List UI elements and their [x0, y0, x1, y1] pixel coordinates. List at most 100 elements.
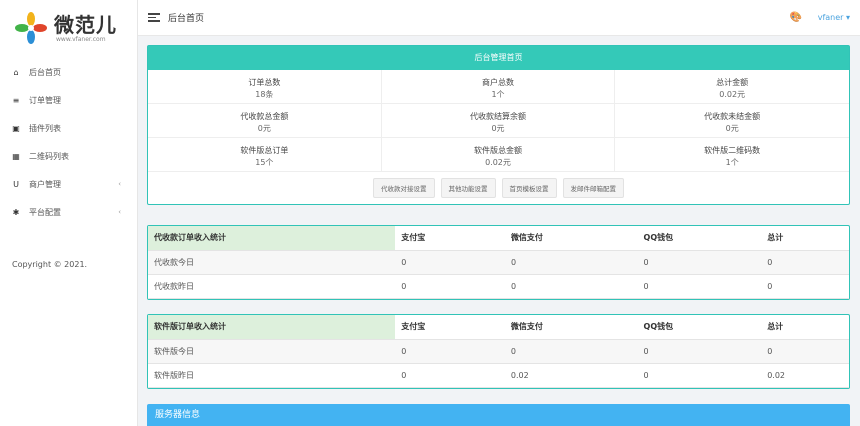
table-cell: 0.02 — [761, 363, 849, 388]
stat-label: 商户总数 — [481, 78, 514, 87]
stat-label: 代收款未结金额 — [704, 112, 761, 121]
home-icon: ⌂ — [13, 67, 19, 77]
table-cell: 0 — [504, 274, 638, 299]
stat-value: 0.02元 — [485, 158, 511, 167]
plugin-icon: ▣ — [12, 123, 20, 133]
table-header: 总计 — [761, 315, 849, 340]
table-cell: 软件版昨日 — [148, 363, 396, 388]
stat-value: 0元 — [725, 124, 739, 133]
sidebar-item-plugins[interactable]: ▣ 插件列表 — [0, 114, 137, 142]
logo[interactable]: 微范儿 www.vfaner.com — [0, 0, 137, 56]
software-income-panel: 软件版订单收入统计 支付宝 微信支付 QQ钱包 总计 软件版今日 0 0 0 0… — [147, 314, 850, 389]
stat-label: 代收款结算余额 — [469, 112, 526, 121]
table-cell: 0 — [395, 250, 505, 275]
sidebar-item-home[interactable]: ⌂ 后台首页 — [0, 58, 137, 86]
stat-cell: 软件版总金额 0.02元 — [381, 138, 616, 172]
stat-value: 0元 — [491, 124, 505, 133]
table-cell: 0 — [761, 339, 849, 364]
table-row: 代收款昨日 0 0 0 0 — [148, 274, 849, 299]
stat-value: 0元 — [257, 124, 271, 133]
sidebar-item-label: 后台首页 — [29, 67, 61, 77]
sidebar-item-label: 二维码列表 — [29, 151, 69, 161]
menu-toggle-icon[interactable] — [148, 13, 160, 22]
table-row: 软件版昨日 0 0.02 0 0.02 — [148, 363, 849, 388]
qrcode-icon: ▦ — [12, 151, 20, 161]
software-income-table: 软件版订单收入统计 支付宝 微信支付 QQ钱包 总计 软件版今日 0 0 0 0… — [148, 315, 849, 388]
sidebar-item-merchants[interactable]: U 商户管理 ‹ — [0, 170, 137, 198]
table-header: 微信支付 — [504, 315, 638, 340]
table-cell: 0 — [504, 250, 638, 275]
table-row: 代收款今日 0 0 0 0 — [148, 250, 849, 275]
logo-mark-icon — [15, 12, 47, 44]
magnet-icon: U — [13, 179, 19, 189]
stat-cell: 代收款未结金额 0元 — [615, 104, 849, 138]
stat-label: 软件版总金额 — [473, 146, 522, 155]
brand-subtitle: www.vfaner.com — [56, 35, 106, 43]
table-header: QQ钱包 — [637, 226, 762, 251]
sidebar: 微范儿 www.vfaner.com ⌂ 后台首页 ≡ 订单管理 ▣ 插件列表 … — [0, 0, 138, 426]
homepage-template-button[interactable]: 首页模板设置 — [501, 178, 557, 198]
gear-icon: ✱ — [12, 207, 20, 217]
table-header: QQ钱包 — [637, 315, 762, 340]
collection-settings-button[interactable]: 代收款对接设置 — [373, 178, 435, 198]
table-cell: 0 — [637, 339, 762, 364]
table-header: 支付宝 — [395, 315, 505, 340]
stat-label: 总计金额 — [716, 78, 749, 87]
table-header-row: 软件版订单收入统计 支付宝 微信支付 QQ钱包 总计 — [148, 315, 849, 340]
stat-label: 代收款总金额 — [240, 112, 289, 121]
stat-cell: 代收款结算余额 0元 — [381, 104, 616, 138]
collection-income-panel: 代收款订单收入统计 支付宝 微信支付 QQ钱包 总计 代收款今日 0 0 0 0… — [147, 225, 850, 300]
sidebar-item-label: 订单管理 — [29, 95, 61, 105]
table-cell: 代收款昨日 — [148, 274, 396, 299]
settings-button-row: 代收款对接设置 其他功能设置 首页模板设置 发邮件邮箱配置 — [148, 172, 849, 204]
sidebar-menu: ⌂ 后台首页 ≡ 订单管理 ▣ 插件列表 ▦ 二维码列表 U 商户管理 ‹ ✱ … — [0, 58, 137, 226]
table-header: 微信支付 — [504, 226, 638, 251]
stat-value: 1个 — [725, 158, 739, 167]
sidebar-item-platform-config[interactable]: ✱ 平台配置 ‹ — [0, 198, 137, 226]
table-header: 软件版订单收入统计 — [148, 315, 396, 340]
server-info-header: 服务器信息 — [147, 404, 850, 426]
table-cell: 0 — [637, 363, 762, 388]
table-cell: 0 — [637, 250, 762, 275]
user-menu[interactable]: vfaner ▾ — [818, 13, 850, 22]
chevron-left-icon: ‹ — [118, 180, 121, 188]
dashboard-panel: 后台管理首页 订单总数 18条 商户总数 1个 总计金额 0.02元 代收款总金额 0元… — [147, 45, 850, 205]
palette-icon[interactable]: 🎨 — [790, 12, 802, 23]
stat-cell: 软件版总订单 15个 — [148, 138, 382, 172]
table-cell: 代收款今日 — [148, 250, 396, 275]
sidebar-item-label: 插件列表 — [29, 123, 61, 133]
stat-label: 软件版总订单 — [240, 146, 289, 155]
panel-title: 后台管理首页 — [148, 46, 849, 70]
sidebar-item-orders[interactable]: ≡ 订单管理 — [0, 86, 137, 114]
stat-value: 15个 — [255, 158, 274, 167]
chevron-left-icon: ‹ — [118, 208, 121, 216]
table-cell: 0 — [761, 250, 849, 275]
table-cell: 0 — [395, 274, 505, 299]
table-header: 总计 — [761, 226, 849, 251]
stat-label: 订单总数 — [248, 78, 281, 87]
stat-cell: 代收款总金额 0元 — [148, 104, 382, 138]
table-cell: 软件版今日 — [148, 339, 396, 364]
stat-cell: 订单总数 18条 — [148, 70, 382, 104]
table-cell: 0 — [395, 339, 505, 364]
stat-value: 0.02元 — [719, 90, 746, 99]
stat-cell: 商户总数 1个 — [381, 70, 616, 104]
sidebar-item-qrcodes[interactable]: ▦ 二维码列表 — [0, 142, 137, 170]
brand-title: 微范儿 — [54, 12, 117, 37]
topbar: 后台首页 🎨 vfaner ▾ — [138, 0, 860, 36]
table-header-row: 代收款订单收入统计 支付宝 微信支付 QQ钱包 总计 — [148, 226, 849, 251]
table-cell: 0 — [637, 274, 762, 299]
table-cell: 0 — [761, 274, 849, 299]
sidebar-item-label: 平台配置 — [29, 207, 61, 217]
stats-grid: 订单总数 18条 商户总数 1个 总计金额 0.02元 代收款总金额 0元 代收款结算余… — [148, 70, 849, 172]
copyright: Copyright © 2021. — [12, 260, 88, 269]
table-header: 代收款订单收入统计 — [148, 226, 396, 251]
table-cell: 0 — [504, 339, 638, 364]
table-cell: 0 — [395, 363, 505, 388]
table-cell: 0.02 — [504, 363, 638, 388]
email-config-button[interactable]: 发邮件邮箱配置 — [562, 178, 624, 198]
list-icon: ≡ — [12, 95, 20, 105]
other-settings-button[interactable]: 其他功能设置 — [440, 178, 496, 198]
page-title: 后台首页 — [168, 14, 205, 24]
stat-value: 1个 — [491, 90, 505, 99]
